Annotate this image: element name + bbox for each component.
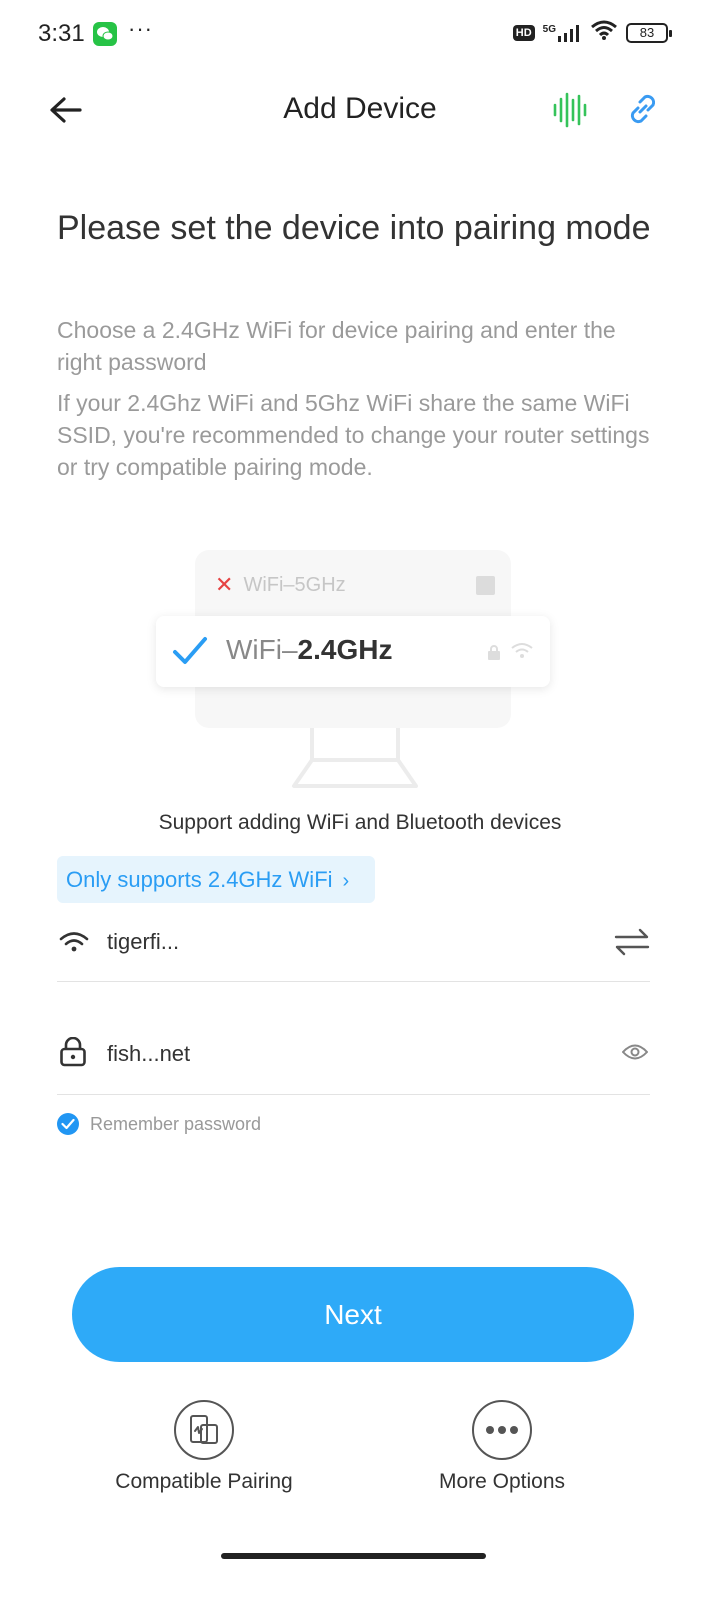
pairing-note: If your 2.4Ghz WiFi and 5Ghz WiFi share … xyxy=(57,390,650,480)
pairing-title: Please set the device into pairing mode xyxy=(57,209,651,247)
wifi-5g-label: WiFi–5GHz xyxy=(243,573,346,596)
wifi-24g-card: WiFi–2.4GHz xyxy=(156,616,550,687)
wifi-24g-label: WiFi–2.4GHz xyxy=(226,634,393,665)
link-icon xyxy=(630,94,656,124)
lock-icon xyxy=(60,1037,86,1067)
remember-password-label: Remember password xyxy=(90,1113,262,1134)
password-input[interactable] xyxy=(107,1041,577,1067)
network-type: 5G xyxy=(542,23,556,35)
next-button[interactable]: Next xyxy=(72,1267,634,1362)
status-time: 3:31 xyxy=(38,20,85,47)
checkbox-checked-icon[interactable] xyxy=(57,1113,79,1135)
header-bar: Add Device xyxy=(0,70,720,150)
router-stand-illustration xyxy=(292,728,418,788)
home-indicator[interactable] xyxy=(221,1553,486,1559)
chevron-right-icon: › xyxy=(342,870,350,892)
lock-icon xyxy=(488,645,500,660)
password-field xyxy=(57,1027,650,1095)
link-button[interactable] xyxy=(622,88,664,130)
page-title: Add Device xyxy=(283,92,437,125)
wifi-5g-row: ✕ WiFi–5GHz xyxy=(215,572,346,598)
status-bar: 3:31 ··· HD 5G 83 xyxy=(0,0,720,70)
status-more-dots: ··· xyxy=(128,16,153,41)
more-options-icon[interactable] xyxy=(472,1400,532,1460)
compatible-pairing-label: Compatible Pairing xyxy=(115,1470,293,1493)
swap-icon[interactable] xyxy=(614,927,650,957)
wechat-icon xyxy=(93,22,117,46)
battery-icon: 83 xyxy=(626,22,672,43)
wifi-icon xyxy=(511,643,533,658)
cross-icon: ✕ xyxy=(215,572,234,597)
eye-icon[interactable] xyxy=(622,1043,648,1061)
only-24ghz-label: Only supports 2.4GHz WiFi xyxy=(66,867,333,892)
wifi-icon xyxy=(59,932,89,952)
compatible-pairing-icon[interactable] xyxy=(174,1400,234,1460)
placeholder-square xyxy=(476,576,495,595)
voice-wave-icon xyxy=(553,92,587,128)
support-text: Support adding WiFi and Bluetooth device… xyxy=(158,811,562,834)
more-options-button[interactable]: More Options xyxy=(372,1400,632,1494)
more-options-label: More Options xyxy=(438,1470,566,1493)
signal-icon: 5G xyxy=(543,24,582,42)
hd-badge: HD xyxy=(512,24,535,41)
wifi-status-icon xyxy=(590,20,618,45)
status-indicators: HD 5G 83 xyxy=(512,20,672,45)
wifi-ssid-field xyxy=(57,915,650,982)
remember-password[interactable]: Remember password xyxy=(57,1113,261,1135)
check-icon xyxy=(173,637,207,664)
compatible-pairing-button[interactable]: Compatible Pairing xyxy=(74,1400,334,1494)
voice-pairing-button[interactable] xyxy=(550,90,590,130)
only-24ghz-badge[interactable]: Only supports 2.4GHz WiFi › xyxy=(57,856,375,903)
pairing-description: Choose a 2.4GHz WiFi for device pairing … xyxy=(57,317,616,375)
wifi-ssid-input[interactable] xyxy=(107,929,577,955)
